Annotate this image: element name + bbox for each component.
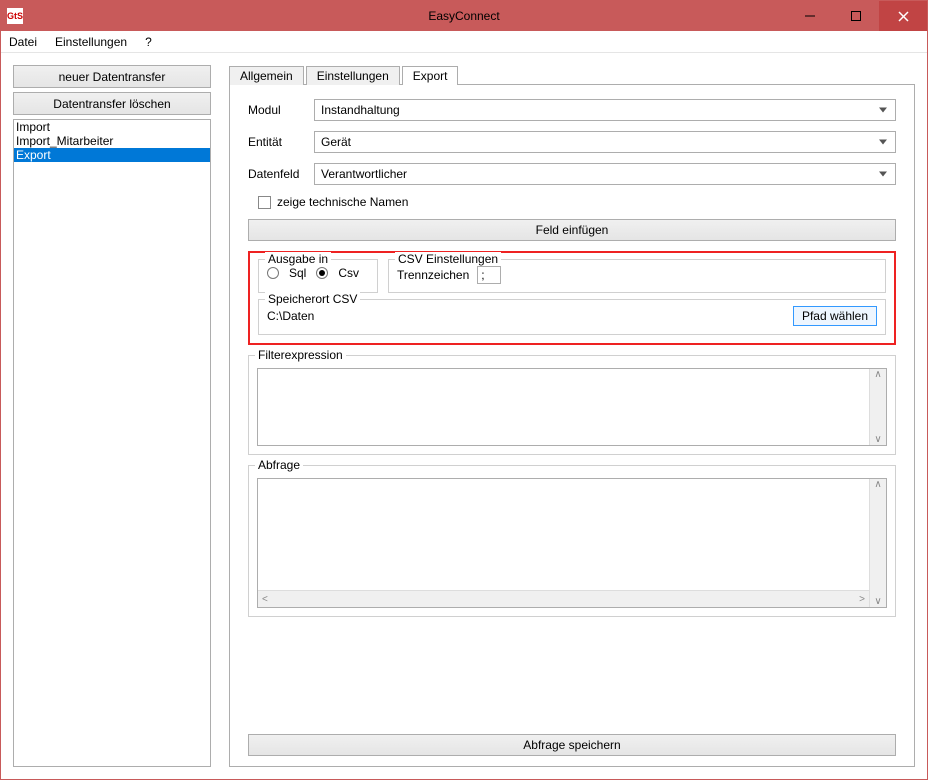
transfer-list[interactable]: Import Import_Mitarbeiter Export [13, 119, 211, 767]
scroll-down-icon: ∨ [874, 596, 881, 607]
textarea-filter[interactable]: ∧∨ [257, 368, 887, 446]
delete-transfer-button[interactable]: Datentransfer löschen [13, 92, 211, 115]
path-value: C:\Daten [267, 309, 314, 323]
radio-sql[interactable] [267, 267, 279, 279]
row-technames: zeige technische Namen [248, 195, 896, 209]
maximize-button[interactable] [833, 1, 879, 31]
tabstrip: Allgemein Einstellungen Export [229, 66, 915, 85]
select-datenfeld[interactable]: Verantwortlicher [314, 163, 896, 185]
scrollbar-vertical[interactable]: ∧∨ [869, 479, 886, 607]
content: neuer Datentransfer Datentransfer lösche… [1, 53, 927, 779]
menu-help[interactable]: ? [145, 35, 152, 49]
scroll-up-icon: ∧ [874, 479, 881, 490]
list-item[interactable]: Import_Mitarbeiter [14, 134, 210, 148]
save-query-button[interactable]: Abfrage speichern [248, 734, 896, 756]
list-item[interactable]: Import [14, 120, 210, 134]
legend-csv: CSV Einstellungen [395, 252, 501, 266]
tab-einstellungen[interactable]: Einstellungen [306, 66, 400, 85]
label-trennzeichen: Trennzeichen [397, 268, 469, 282]
tab-export[interactable]: Export [402, 66, 459, 85]
select-value: Instandhaltung [321, 103, 400, 117]
scroll-left-icon: < [262, 594, 268, 605]
scroll-down-icon: ∨ [874, 434, 881, 445]
select-value: Gerät [321, 135, 351, 149]
left-panel: neuer Datentransfer Datentransfer lösche… [13, 65, 211, 767]
fieldset-ausgabe: Ausgabe in Sql Csv [258, 259, 378, 293]
titlebar: GtS EasyConnect [1, 1, 927, 31]
checkbox-technames[interactable] [258, 196, 271, 209]
minimize-button[interactable] [787, 1, 833, 31]
menu-datei[interactable]: Datei [9, 35, 37, 49]
legend-ausgabe: Ausgabe in [265, 252, 331, 266]
minimize-icon [805, 11, 815, 21]
scroll-right-icon: > [859, 594, 865, 605]
maximize-icon [851, 11, 861, 21]
choose-path-button[interactable]: Pfad wählen [793, 306, 877, 326]
tab-allgemein[interactable]: Allgemein [229, 66, 304, 85]
highlighted-output-group: Ausgabe in Sql Csv CSV Einstellungen [248, 251, 896, 345]
label-entitaet: Entität [248, 135, 306, 149]
group-query: Abfrage ∧∨ <> [248, 465, 896, 617]
window-controls [787, 1, 927, 31]
app-window: GtS EasyConnect Datei Einstellungen ? ne… [0, 0, 928, 780]
legend-speicherort: Speicherort CSV [265, 292, 360, 306]
row-modul: Modul Instandhaltung [248, 99, 896, 121]
label-datenfeld: Datenfeld [248, 167, 306, 181]
scroll-up-icon: ∧ [874, 369, 881, 380]
row-entitaet: Entität Gerät [248, 131, 896, 153]
app-icon: GtS [7, 8, 23, 24]
close-button[interactable] [879, 1, 927, 31]
textarea-query[interactable]: ∧∨ <> [257, 478, 887, 608]
input-trennzeichen[interactable]: ; [477, 266, 501, 284]
new-transfer-button[interactable]: neuer Datentransfer [13, 65, 211, 88]
tab-body-export: Modul Instandhaltung Entität Gerät Daten… [229, 84, 915, 767]
list-item[interactable]: Export [14, 148, 210, 162]
close-icon [898, 11, 909, 22]
label-technames: zeige technische Namen [277, 195, 408, 209]
legend-query: Abfrage [255, 458, 303, 472]
label-csv: Csv [338, 266, 359, 280]
menu-einstellungen[interactable]: Einstellungen [55, 35, 127, 49]
label-modul: Modul [248, 103, 306, 117]
fieldset-speicherort: Speicherort CSV C:\Daten Pfad wählen [258, 299, 886, 335]
select-modul[interactable]: Instandhaltung [314, 99, 896, 121]
insert-field-button[interactable]: Feld einfügen [248, 219, 896, 241]
scrollbar-vertical[interactable]: ∧∨ [869, 369, 886, 445]
radio-csv[interactable] [316, 267, 328, 279]
group-filter: Filterexpression ∧∨ [248, 355, 896, 455]
right-panel: Allgemein Einstellungen Export Modul Ins… [229, 65, 915, 767]
fieldset-csv: CSV Einstellungen Trennzeichen ; [388, 259, 886, 293]
label-sql: Sql [289, 266, 306, 280]
scrollbar-horizontal[interactable]: <> [258, 590, 869, 607]
row-datenfeld: Datenfeld Verantwortlicher [248, 163, 896, 185]
legend-filter: Filterexpression [255, 348, 346, 362]
select-entitaet[interactable]: Gerät [314, 131, 896, 153]
menubar: Datei Einstellungen ? [1, 31, 927, 53]
select-value: Verantwortlicher [321, 167, 407, 181]
